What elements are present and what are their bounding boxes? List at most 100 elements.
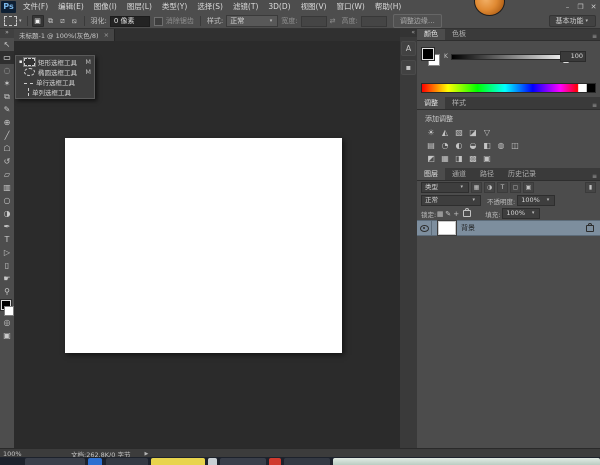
menu-type[interactable]: 类型(Y) bbox=[157, 0, 192, 14]
taskbar-button[interactable] bbox=[88, 458, 102, 465]
canvas-area[interactable]: 未标题-1 @ 100%(灰色/8) × ▪ 矩形选框工具 M 椭圆选框工具 M bbox=[14, 28, 400, 448]
taskbar-button[interactable] bbox=[269, 458, 281, 465]
zoom-tool[interactable]: ⚲ bbox=[0, 285, 14, 298]
panel-menu-icon[interactable]: ≡ bbox=[592, 173, 597, 180]
feather-input[interactable]: 0 像素 bbox=[110, 16, 150, 27]
panel-menu-icon[interactable]: ≡ bbox=[592, 102, 597, 109]
lock-pixels-icon[interactable]: ✎ bbox=[444, 210, 452, 218]
k-slider-track[interactable] bbox=[451, 54, 571, 60]
workspace-switcher-button[interactable]: 基本功能 ▾ bbox=[549, 15, 596, 27]
layer-thumbnail[interactable] bbox=[438, 221, 456, 235]
channel-mixer-icon[interactable]: ◧ bbox=[481, 140, 493, 151]
restore-button[interactable]: ❐ bbox=[574, 0, 587, 14]
spot-healing-tool[interactable]: ⊕ bbox=[0, 116, 14, 129]
opacity-input[interactable]: 100% ▾ bbox=[517, 195, 555, 206]
taskbar-button[interactable] bbox=[25, 458, 85, 465]
swatches-panel-icon[interactable]: ▪ bbox=[401, 60, 416, 75]
width-input[interactable] bbox=[301, 16, 327, 27]
menu-help[interactable]: 帮助(H) bbox=[370, 0, 407, 14]
blend-mode-select[interactable]: 正常 ▾ bbox=[421, 195, 481, 206]
eraser-tool[interactable]: ▱ bbox=[0, 168, 14, 181]
document-canvas[interactable] bbox=[65, 138, 342, 353]
gradient-tool[interactable]: ▥ bbox=[0, 181, 14, 194]
filter-shape-layers-icon[interactable]: ▢ bbox=[510, 182, 521, 193]
menu-select[interactable]: 选择(S) bbox=[192, 0, 228, 14]
menu-view[interactable]: 视图(V) bbox=[296, 0, 332, 14]
taskbar-window-preview[interactable] bbox=[333, 458, 600, 465]
status-options-arrow-icon[interactable]: ▶ bbox=[144, 451, 148, 457]
lasso-tool[interactable]: ◌ bbox=[0, 64, 14, 77]
exposure-icon[interactable]: ◪ bbox=[467, 127, 479, 138]
taskbar-button[interactable] bbox=[151, 458, 205, 465]
color-balance-icon[interactable]: ◔ bbox=[439, 140, 451, 151]
tab-channels[interactable]: 通道 bbox=[445, 168, 473, 180]
quick-mask-button[interactable]: ◎ bbox=[0, 316, 14, 329]
flyout-item-elliptical-marquee[interactable]: 椭圆选框工具 M bbox=[16, 67, 94, 77]
filter-type-layers-icon[interactable]: T bbox=[497, 182, 508, 193]
layer-filter-select[interactable]: 类型 ▾ bbox=[421, 182, 469, 193]
tab-layers[interactable]: 图层 bbox=[417, 168, 445, 180]
intersect-selection-mode-icon[interactable]: ⧅ bbox=[70, 16, 80, 26]
background-color-swatch[interactable] bbox=[4, 306, 14, 316]
antialias-checkbox[interactable] bbox=[154, 17, 163, 26]
eyedropper-tool[interactable]: ✎ bbox=[0, 103, 14, 116]
dodge-tool[interactable]: ◑ bbox=[0, 207, 14, 220]
hand-tool[interactable]: ☛ bbox=[0, 272, 14, 285]
menu-filter[interactable]: 滤镜(T) bbox=[228, 0, 263, 14]
tab-adjustments[interactable]: 调整 bbox=[417, 97, 445, 109]
filter-pixel-layers-icon[interactable]: ▦ bbox=[471, 182, 482, 193]
close-button[interactable]: ✕ bbox=[587, 0, 600, 14]
rectangular-marquee-tool[interactable]: ▭ bbox=[0, 51, 14, 64]
layer-row-background[interactable]: 背景 bbox=[417, 220, 600, 236]
fill-input[interactable]: 100% ▾ bbox=[502, 208, 540, 219]
tool-preset-dropdown-icon[interactable]: ▾ bbox=[19, 18, 22, 24]
lock-all-icon[interactable] bbox=[463, 210, 471, 217]
character-panel-icon[interactable]: A bbox=[401, 41, 416, 56]
brightness-contrast-icon[interactable]: ☀ bbox=[425, 127, 437, 138]
path-selection-tool[interactable]: ▷ bbox=[0, 246, 14, 259]
adjustment-extra-icon[interactable]: ▣ bbox=[481, 153, 493, 164]
black-white-icon[interactable]: ◐ bbox=[453, 140, 465, 151]
filter-toggle-icon[interactable]: ▮ bbox=[585, 182, 596, 193]
k-value-input[interactable]: 100 bbox=[560, 51, 586, 62]
swap-dimensions-icon[interactable]: ⇄ bbox=[330, 17, 336, 25]
minimize-button[interactable]: – bbox=[561, 0, 574, 14]
refine-edge-button[interactable]: 调整边缘… bbox=[393, 14, 442, 28]
type-tool[interactable]: T bbox=[0, 233, 14, 246]
taskbar-button[interactable] bbox=[284, 458, 330, 465]
tab-color[interactable]: 颜色 bbox=[417, 28, 445, 40]
invert-icon[interactable]: ◫ bbox=[509, 140, 521, 151]
menu-image[interactable]: 图像(I) bbox=[89, 0, 122, 14]
menu-edit[interactable]: 编辑(E) bbox=[53, 0, 89, 14]
foreground-background-swatches[interactable] bbox=[0, 300, 14, 316]
posterize-icon[interactable]: ◩ bbox=[425, 153, 437, 164]
crop-tool[interactable]: ⧉ bbox=[0, 90, 14, 103]
color-spectrum-ramp[interactable] bbox=[421, 83, 596, 93]
levels-icon[interactable]: ◭ bbox=[439, 127, 451, 138]
history-brush-tool[interactable]: ↺ bbox=[0, 155, 14, 168]
toolbar-collapse-icon[interactable]: » bbox=[0, 28, 14, 38]
hue-saturation-icon[interactable]: ▤ bbox=[425, 140, 437, 151]
dock-collapse-icon[interactable]: « bbox=[400, 28, 417, 37]
height-input[interactable] bbox=[361, 16, 387, 27]
new-selection-mode-icon[interactable]: ▣ bbox=[32, 15, 44, 27]
menu-3d[interactable]: 3D(D) bbox=[263, 0, 295, 14]
marquee-tool-preset-icon[interactable] bbox=[4, 16, 17, 26]
photo-filter-icon[interactable]: ◒ bbox=[467, 140, 479, 151]
tab-styles[interactable]: 样式 bbox=[445, 97, 473, 109]
add-selection-mode-icon[interactable]: ⧉ bbox=[46, 16, 56, 26]
document-tab-close-icon[interactable]: × bbox=[104, 31, 109, 39]
shape-tool[interactable]: ▯ bbox=[0, 259, 14, 272]
style-select[interactable]: 正常 ▾ bbox=[226, 15, 278, 27]
color-lookup-icon[interactable]: ◍ bbox=[495, 140, 507, 151]
filter-adjustment-layers-icon[interactable]: ◑ bbox=[484, 182, 495, 193]
quick-selection-tool[interactable]: ✶ bbox=[0, 77, 14, 90]
curves-icon[interactable]: ▧ bbox=[453, 127, 465, 138]
selective-color-icon[interactable]: ▩ bbox=[467, 153, 479, 164]
flyout-item-rectangular-marquee[interactable]: ▪ 矩形选框工具 M bbox=[16, 57, 94, 67]
panel-menu-icon[interactable]: ≡ bbox=[592, 33, 597, 40]
subtract-selection-mode-icon[interactable]: ⧄ bbox=[58, 16, 68, 26]
menu-window[interactable]: 窗口(W) bbox=[332, 0, 370, 14]
lock-transparency-icon[interactable]: ▦ bbox=[436, 210, 444, 218]
filter-smart-objects-icon[interactable]: ▣ bbox=[523, 182, 534, 193]
